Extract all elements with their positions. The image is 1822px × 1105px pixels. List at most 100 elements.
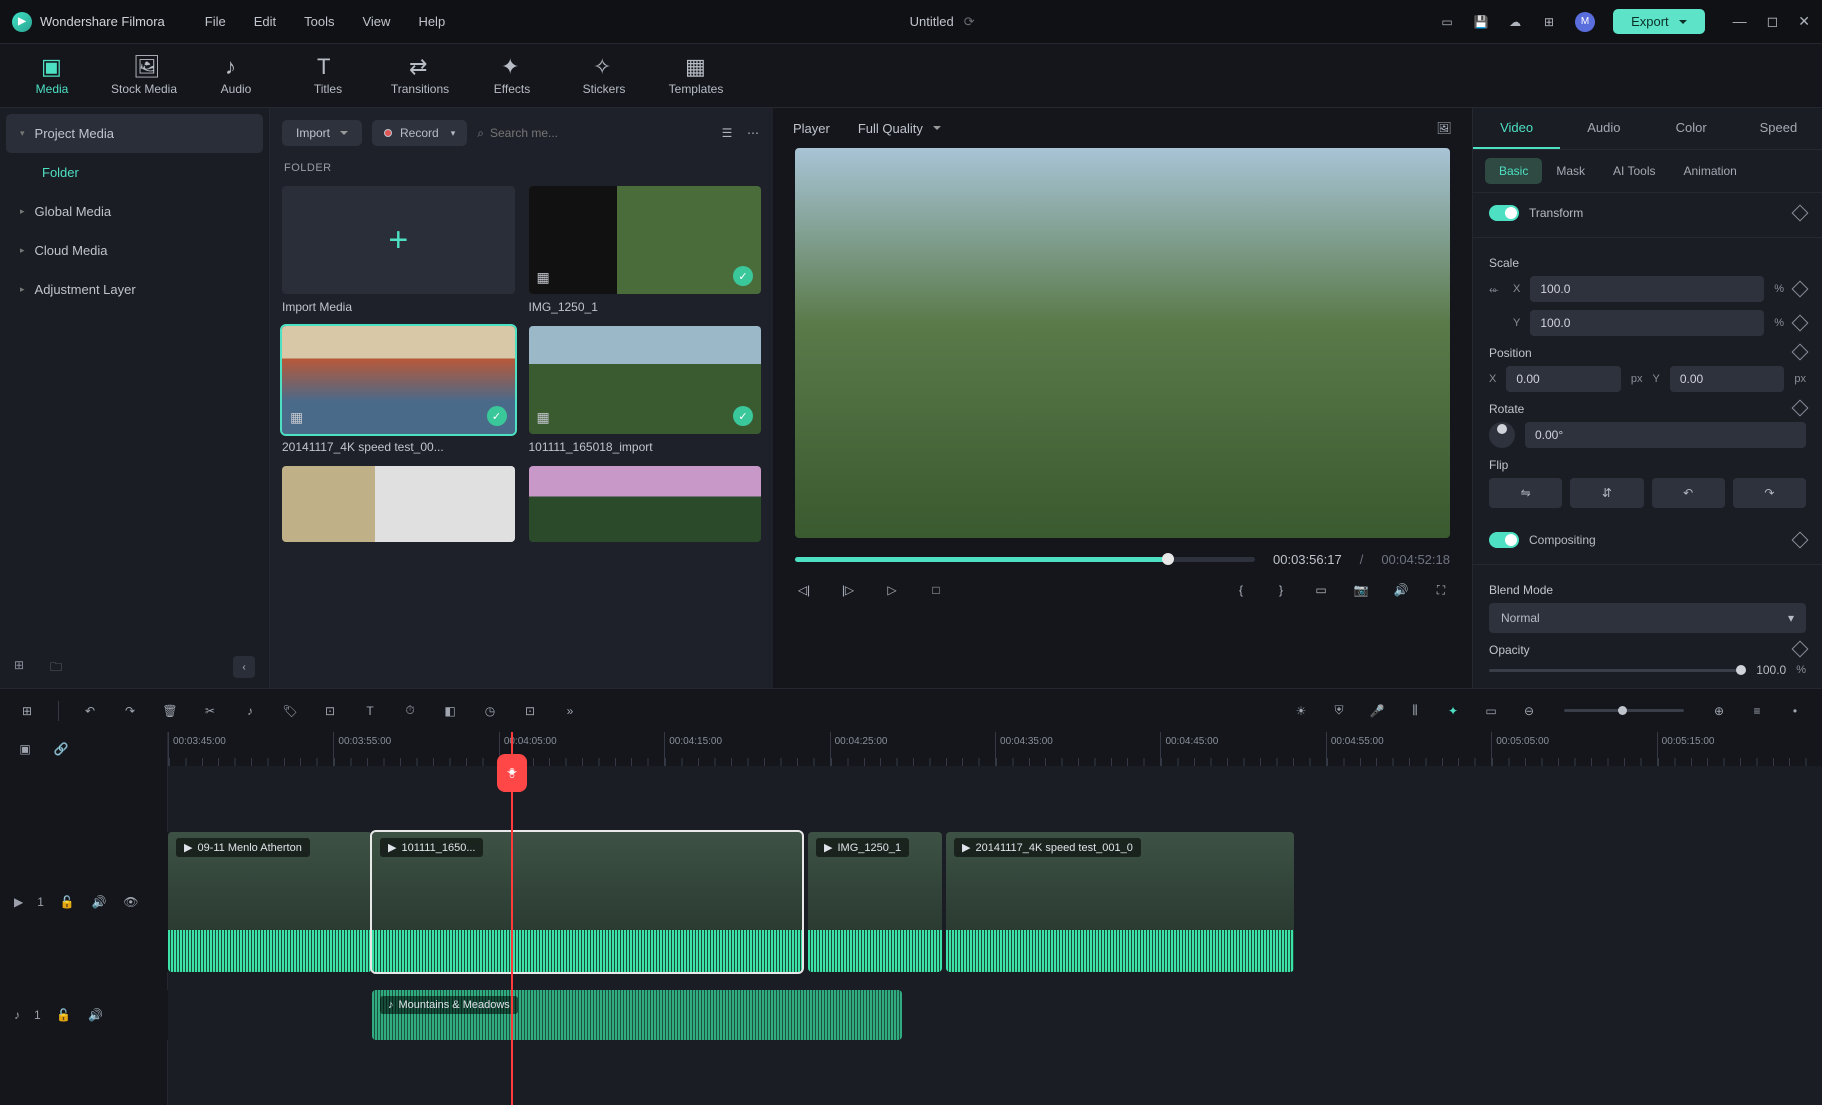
video-clip[interactable]: ▶101111_1650... bbox=[372, 832, 802, 972]
position-x-input[interactable] bbox=[1516, 372, 1611, 386]
redo-button[interactable]: ↷ bbox=[121, 702, 139, 720]
sidebar-item-global-media[interactable]: ▸Global Media bbox=[6, 192, 263, 231]
video-clip[interactable]: ▶20141117_4K speed test_001_0 bbox=[946, 832, 1294, 972]
fit-icon[interactable]: ⊡ bbox=[521, 702, 539, 720]
play-button[interactable]: ▷ bbox=[883, 581, 901, 599]
highlight-icon[interactable]: ☀ bbox=[1292, 702, 1310, 720]
preview-canvas[interactable] bbox=[795, 148, 1450, 538]
menu-view[interactable]: View bbox=[362, 14, 390, 29]
more-tools-icon[interactable]: » bbox=[561, 702, 579, 720]
video-track-content[interactable]: ▶09-11 Menlo Atherton▶101111_1650...▶IMG… bbox=[168, 832, 1472, 972]
media-item[interactable] bbox=[282, 466, 515, 542]
crop-icon[interactable]: ⊡ bbox=[321, 702, 339, 720]
quality-dropdown[interactable]: Full Quality bbox=[858, 121, 941, 136]
layout-icon[interactable]: ⊞ bbox=[18, 702, 36, 720]
volume-icon[interactable]: 🔊 bbox=[1392, 581, 1410, 599]
rotate-ccw-button[interactable]: ↶ bbox=[1652, 478, 1725, 508]
media-item[interactable] bbox=[529, 466, 762, 542]
subtab-animation[interactable]: Animation bbox=[1669, 158, 1750, 184]
prop-tab-video[interactable]: Video bbox=[1473, 108, 1560, 149]
transform-toggle[interactable] bbox=[1489, 205, 1519, 221]
tab-audio[interactable]: ♪Audio bbox=[192, 50, 280, 102]
sidebar-item-cloud-media[interactable]: ▸Cloud Media bbox=[6, 231, 263, 270]
scale-x-input[interactable] bbox=[1540, 282, 1754, 296]
keyframe-icon[interactable] bbox=[1792, 532, 1809, 549]
menu-edit[interactable]: Edit bbox=[254, 14, 276, 29]
zoom-in-button[interactable]: ⊕ bbox=[1710, 702, 1728, 720]
slider-handle[interactable] bbox=[1736, 665, 1746, 675]
window-close-button[interactable]: ✕ bbox=[1798, 13, 1810, 30]
import-media-card[interactable]: + Import Media bbox=[282, 186, 515, 314]
rotate-cw-button[interactable]: ↷ bbox=[1733, 478, 1806, 508]
account-avatar[interactable]: M bbox=[1575, 12, 1595, 32]
hide-track-icon[interactable]: 👁 bbox=[122, 893, 140, 911]
mark-in-button[interactable]: { bbox=[1232, 581, 1250, 599]
audio-track-content[interactable]: ♪Mountains & Meadows bbox=[168, 990, 1472, 1040]
player-tab[interactable]: Player bbox=[793, 121, 830, 136]
window-maximize-button[interactable]: ◻ bbox=[1767, 13, 1779, 30]
scrub-handle[interactable] bbox=[1162, 553, 1174, 565]
prop-tab-color[interactable]: Color bbox=[1648, 108, 1735, 149]
track-size-icon[interactable]: ≡ bbox=[1748, 702, 1766, 720]
filter-icon[interactable]: ☰ bbox=[719, 125, 735, 141]
tab-effects[interactable]: ✦Effects bbox=[468, 50, 556, 102]
link-clips-icon[interactable]: 🔗 bbox=[52, 740, 70, 758]
scrub-bar[interactable] bbox=[795, 557, 1255, 562]
keyframe-icon[interactable] bbox=[1792, 281, 1809, 298]
record-dropdown[interactable]: Record▾ bbox=[372, 120, 467, 146]
mixer-icon[interactable]: ⫼ bbox=[1406, 702, 1424, 720]
flip-horizontal-button[interactable]: ⇋ bbox=[1489, 478, 1562, 508]
collapse-sidebar-button[interactable]: ‹ bbox=[233, 656, 255, 678]
zoom-out-button[interactable]: ⊖ bbox=[1520, 702, 1538, 720]
color-tool-icon[interactable]: ◧ bbox=[441, 702, 459, 720]
audio-clip[interactable]: ♪Mountains & Meadows bbox=[372, 990, 902, 1040]
more-icon[interactable]: ⋯ bbox=[745, 125, 761, 141]
voiceover-icon[interactable]: 🎤 bbox=[1368, 702, 1386, 720]
snapshot-view-icon[interactable]: 🖼 bbox=[1436, 120, 1452, 136]
playhead-handle[interactable] bbox=[497, 754, 527, 792]
timeline-mode-icon[interactable]: ▣ bbox=[16, 740, 34, 758]
opacity-slider[interactable] bbox=[1489, 669, 1746, 672]
aspect-icon[interactable]: ▭ bbox=[1482, 702, 1500, 720]
playhead[interactable] bbox=[511, 732, 513, 1105]
slider-handle[interactable] bbox=[1618, 706, 1627, 715]
subtab-basic[interactable]: Basic bbox=[1485, 158, 1542, 184]
prop-tab-speed[interactable]: Speed bbox=[1735, 108, 1822, 149]
new-bin-icon[interactable]: ⊞ bbox=[14, 658, 32, 676]
sidebar-item-project-media[interactable]: ▾Project Media bbox=[6, 114, 263, 153]
menu-help[interactable]: Help bbox=[418, 14, 445, 29]
zoom-slider[interactable] bbox=[1564, 709, 1684, 712]
tab-templates[interactable]: ▦Templates bbox=[652, 50, 740, 102]
mute-track-icon[interactable]: 🔊 bbox=[87, 1006, 105, 1024]
export-button[interactable]: Export bbox=[1613, 9, 1705, 34]
media-item[interactable]: ▦✓ 101111_165018_import bbox=[529, 326, 762, 454]
menu-file[interactable]: File bbox=[205, 14, 226, 29]
device-icon[interactable]: ▭ bbox=[1439, 14, 1455, 30]
flip-vertical-button[interactable]: ⇵ bbox=[1570, 478, 1643, 508]
keyframe-icon[interactable] bbox=[1792, 641, 1809, 658]
video-clip[interactable]: ▶09-11 Menlo Atherton bbox=[168, 832, 372, 972]
apps-icon[interactable]: ⊞ bbox=[1541, 14, 1557, 30]
media-item[interactable]: ▦✓ IMG_1250_1 bbox=[529, 186, 762, 314]
duration-icon[interactable]: ◷ bbox=[481, 702, 499, 720]
audio-tool-icon[interactable]: ♪ bbox=[241, 702, 259, 720]
tab-stickers[interactable]: ✧Stickers bbox=[560, 50, 648, 102]
speed-icon[interactable]: ⏱ bbox=[401, 702, 419, 720]
mute-track-icon[interactable]: 🔊 bbox=[90, 893, 108, 911]
video-clip[interactable]: ▶IMG_1250_1 bbox=[808, 832, 942, 972]
text-tool-icon[interactable]: T bbox=[361, 702, 379, 720]
lock-track-icon[interactable]: 🔓 bbox=[55, 1006, 73, 1024]
tab-media[interactable]: ▣Media bbox=[8, 50, 96, 102]
display-settings-icon[interactable]: ▭ bbox=[1312, 581, 1330, 599]
rotate-input[interactable] bbox=[1535, 428, 1796, 442]
fullscreen-icon[interactable]: ⛶ bbox=[1432, 581, 1450, 599]
compositing-toggle[interactable] bbox=[1489, 532, 1519, 548]
tab-stock-media[interactable]: 🖼Stock Media bbox=[100, 50, 188, 102]
shield-icon[interactable]: ⛨ bbox=[1330, 702, 1348, 720]
search-input[interactable] bbox=[490, 126, 709, 140]
new-folder-icon[interactable]: 🗀 bbox=[50, 658, 68, 676]
snapshot-icon[interactable]: 📷 bbox=[1352, 581, 1370, 599]
split-button[interactable]: ✂ bbox=[201, 702, 219, 720]
menu-tools[interactable]: Tools bbox=[304, 14, 334, 29]
lock-track-icon[interactable]: 🔓 bbox=[58, 893, 76, 911]
